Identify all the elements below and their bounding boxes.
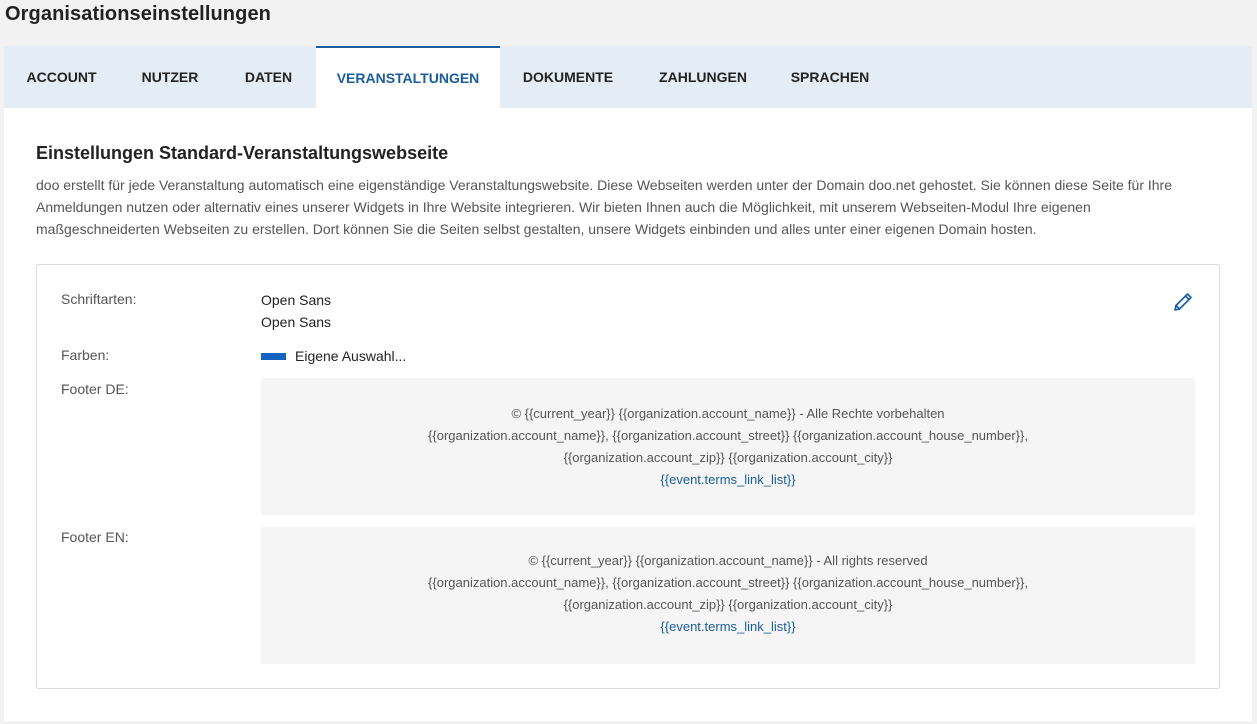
footer-de-preview: © {{current_year}} {{organization.accoun…	[261, 378, 1195, 515]
footer-de-terms-link[interactable]: {{event.terms_link_list}}	[261, 469, 1195, 491]
footer-de-line-1: © {{current_year}} {{organization.accoun…	[511, 406, 945, 421]
footer-en-line-2: {{organization.account_name}}, {{organiz…	[428, 575, 1028, 590]
tab-account[interactable]: ACCOUNT	[4, 46, 119, 108]
pencil-icon	[1174, 293, 1192, 311]
section-title: Einstellungen Standard-Veranstaltungsweb…	[36, 143, 449, 163]
font-value-2: Open Sans	[261, 314, 332, 330]
footer-en-line-3: {{organization.account_zip}} {{organizat…	[563, 597, 893, 612]
color-swatch	[261, 352, 286, 360]
section-description: doo erstellt für jede Veranstaltung auto…	[36, 177, 1173, 237]
colors-label: Farben:	[61, 347, 110, 363]
footer-en-preview: © {{current_year}} {{organization.accoun…	[261, 527, 1195, 664]
footer-en-line-1: © {{current_year}} {{organization.accoun…	[528, 553, 928, 568]
tab-nutzer[interactable]: NUTZER	[119, 46, 221, 108]
tab-daten[interactable]: DATEN	[221, 46, 316, 108]
footer-de-line-2: {{organization.account_name}}, {{organiz…	[428, 428, 1028, 443]
tab-veranstaltungen[interactable]: VERANSTALTUNGEN	[316, 46, 500, 108]
tab-dokumente[interactable]: DOKUMENTE	[500, 46, 636, 108]
tab-content-panel: Einstellungen Standard-Veranstaltungsweb…	[4, 108, 1252, 721]
footer-de-line-3: {{organization.account_zip}} {{organizat…	[563, 450, 893, 465]
website-settings-card: Schriftarten: Open Sans Open Sans Farben…	[36, 264, 1220, 689]
fonts-label: Schriftarten:	[61, 291, 137, 307]
colors-value: Eigene Auswahl...	[261, 345, 406, 367]
colors-value-text: Eigene Auswahl...	[295, 348, 407, 364]
page-title: Organisationseinstellungen	[5, 3, 271, 25]
footer-en-label: Footer EN:	[61, 529, 129, 545]
tab-zahlungen[interactable]: ZAHLUNGEN	[636, 46, 770, 108]
footer-de-label: Footer DE:	[61, 381, 129, 397]
font-value-1: Open Sans	[261, 292, 332, 308]
tab-bar: ACCOUNT NUTZER DATEN VERANSTALTUNGEN DOK…	[4, 46, 1252, 108]
tab-sprachen[interactable]: SPRACHEN	[770, 46, 890, 108]
edit-settings-button[interactable]	[1171, 290, 1195, 314]
footer-en-terms-link[interactable]: {{event.terms_link_list}}	[261, 616, 1195, 638]
